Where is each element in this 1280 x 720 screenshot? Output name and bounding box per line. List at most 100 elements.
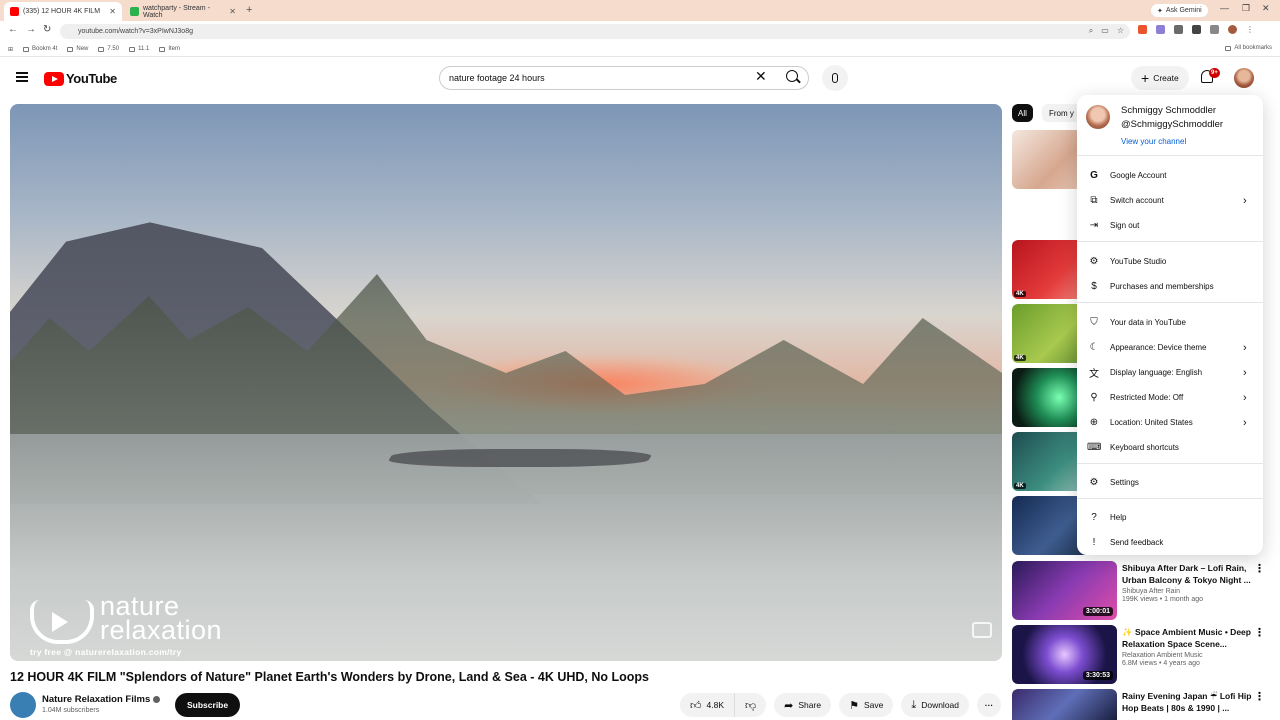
microphone-icon <box>832 73 838 83</box>
hamburger-menu-icon[interactable] <box>16 72 28 82</box>
recommendation-meta[interactable]: ✨ Space Ambient Music • Deep Relaxation … <box>1122 626 1252 667</box>
split-view-icon[interactable] <box>1192 25 1201 34</box>
watermark-url: try free @ naturerelaxation.com/try <box>30 647 182 657</box>
more-options-icon[interactable]: ⋮ <box>1254 626 1265 639</box>
cast-icon[interactable]: ▭ <box>1101 26 1109 36</box>
zoom-icon[interactable]: ⌕ <box>1089 26 1093 36</box>
browser-toolbar: ← → ↻ youtube.com/watch?v=3xPIwNJ3o8g ⌕ … <box>0 21 1280 42</box>
subscribe-button[interactable]: Subscribe <box>175 693 241 717</box>
bookmark-item[interactable]: New <box>67 46 88 52</box>
chevron-right-icon: › <box>1243 416 1247 429</box>
youtube-logo[interactable]: YouTube <box>44 71 117 86</box>
translate-icon: 文 <box>1089 369 1099 380</box>
all-bookmarks-label: All bookmarks <box>1234 45 1272 51</box>
bookmark-item[interactable]: 7.50 <box>98 46 119 52</box>
ask-gemini-button[interactable]: ✦ Ask Gemini <box>1151 4 1208 17</box>
menu-item-restricted-mode[interactable]: ⚲ Restricted Mode: Off › <box>1077 385 1263 410</box>
folder-icon <box>159 46 166 52</box>
menu-item-purchases[interactable]: $ Purchases and memberships <box>1077 274 1263 299</box>
channel-name-link[interactable]: Nature Relaxation Films <box>42 694 161 705</box>
menu-item-your-data[interactable]: ⛉ Your data in YouTube <box>1077 310 1263 335</box>
menu-item-label: Settings <box>1110 478 1139 487</box>
menu-item-help[interactable]: ? Help <box>1077 505 1263 530</box>
more-options-icon[interactable]: ⋮ <box>1254 562 1265 575</box>
recommendation-thumbnail[interactable]: 3:00:01 <box>1012 561 1117 620</box>
clear-search-icon[interactable]: ✕ <box>755 68 767 85</box>
menu-item-google-account[interactable]: G Google Account <box>1077 163 1263 188</box>
reload-icon[interactable]: ↻ <box>43 24 51 35</box>
chevron-right-icon: › <box>1243 366 1247 379</box>
window-close-icon[interactable]: ✕ <box>1262 3 1270 14</box>
save-label: Save <box>863 700 884 710</box>
recommendation-title: Shibuya After Dark – Lofi Rain, Urban Ba… <box>1122 563 1251 585</box>
bookmark-item[interactable]: Bookm 4t <box>23 46 57 52</box>
browser-menu-icon[interactable]: ⋮ <box>1246 25 1255 34</box>
menu-item-label: Restricted Mode: Off <box>1110 393 1184 402</box>
forward-icon[interactable]: → <box>26 24 36 35</box>
menu-item-display-language[interactable]: 文 Display language: English › <box>1077 360 1263 385</box>
more-options-icon[interactable]: ⋮ <box>1254 690 1265 703</box>
menu-item-sign-out[interactable]: ⇥ Sign out <box>1077 213 1263 238</box>
dislike-button[interactable]: 👎︎ <box>735 693 767 717</box>
bookmark-item[interactable]: 11.1 <box>129 46 149 52</box>
keyboard-icon: ⌨ <box>1087 442 1102 453</box>
menu-item-settings[interactable]: ⚙ Settings <box>1077 470 1263 495</box>
tab-youtube[interactable]: (335) 12 HOUR 4K FILM ✕ <box>4 2 122 21</box>
extensions-puzzle-icon[interactable] <box>1174 25 1183 34</box>
create-button[interactable]: + Create <box>1131 66 1189 90</box>
bookmark-star-icon[interactable]: ☆ <box>1117 26 1124 36</box>
all-bookmarks-button[interactable]: All bookmarks <box>1225 45 1272 51</box>
channel-avatar[interactable] <box>10 692 36 718</box>
channel-branding-icon[interactable] <box>972 622 992 638</box>
close-tab-icon[interactable]: ✕ <box>229 7 236 16</box>
recommendation-meta[interactable]: Shibuya After Dark – Lofi Rain, Urban Ba… <box>1122 562 1252 603</box>
tab-title: (335) 12 HOUR 4K FILM <box>23 8 101 15</box>
recommendation-thumbnail[interactable] <box>1012 689 1117 720</box>
account-name: Schmiggy Schmoddler <box>1121 105 1217 116</box>
download-button[interactable]: ⤓ Download <box>901 693 970 717</box>
chevron-right-icon: › <box>1243 391 1247 404</box>
channel-watermark: nature relaxation <box>24 593 222 644</box>
video-player[interactable]: nature relaxation try free @ naturerelax… <box>10 104 1002 661</box>
minimize-icon[interactable]: — <box>1220 3 1229 13</box>
bookmark-label: 11.1 <box>138 46 150 52</box>
account-avatar[interactable] <box>1234 68 1254 88</box>
extension-icon[interactable] <box>1138 25 1147 34</box>
extension-icon[interactable] <box>1156 25 1165 34</box>
more-actions-icon[interactable]: ··· <box>977 693 1002 717</box>
new-tab-button[interactable]: + <box>246 4 252 16</box>
menu-item-youtube-studio[interactable]: ⚙ YouTube Studio <box>1077 249 1263 274</box>
video-actions: 👍︎ 4.8K 👎︎ ➦ Share ⚑ Save ⤓ Download ··· <box>680 693 1002 717</box>
filter-chip-all[interactable]: All <box>1012 104 1033 122</box>
menu-item-appearance[interactable]: ☾ Appearance: Device theme › <box>1077 335 1263 360</box>
save-button[interactable]: ⚑ Save <box>839 693 894 717</box>
filter-chip-from[interactable]: From y <box>1042 104 1081 122</box>
back-icon[interactable]: ← <box>8 24 18 35</box>
search-icon[interactable] <box>786 70 798 82</box>
search-input[interactable]: nature footage 24 hours <box>439 66 809 90</box>
voice-search-button[interactable] <box>822 65 848 91</box>
folder-icon <box>23 46 30 52</box>
share-button[interactable]: ➦ Share <box>774 693 832 717</box>
close-tab-icon[interactable]: ✕ <box>109 7 116 16</box>
recommendation-thumbnail[interactable]: 3:30:53 <box>1012 625 1117 684</box>
view-channel-link[interactable]: View your channel <box>1121 137 1186 146</box>
shield-icon: ⛉ <box>1090 317 1098 328</box>
tab-watchparty[interactable]: watchparty - Stream - Watch ✕ <box>124 2 242 21</box>
download-icon[interactable] <box>1210 25 1219 34</box>
menu-item-keyboard-shortcuts[interactable]: ⌨ Keyboard shortcuts <box>1077 435 1263 460</box>
restore-icon[interactable]: ❐ <box>1242 3 1250 14</box>
4k-badge: 4K <box>1014 291 1026 297</box>
download-label: Download <box>921 700 960 710</box>
profile-avatar[interactable] <box>1228 25 1237 34</box>
address-bar[interactable]: youtube.com/watch?v=3xPIwNJ3o8g ⌕ ▭ ☆ <box>60 24 1130 39</box>
recommendation-meta[interactable]: Rainy Evening Japan ☔ Lofi Hip Hop Beats… <box>1122 690 1252 714</box>
menu-item-send-feedback[interactable]: ! Send feedback <box>1077 530 1263 555</box>
bookmark-item[interactable]: Item <box>159 46 180 52</box>
menu-item-label: Help <box>1110 513 1127 522</box>
address-url: youtube.com/watch?v=3xPIwNJ3o8g <box>78 28 193 35</box>
menu-item-switch-account[interactable]: ⧉ Switch account › <box>1077 188 1263 213</box>
menu-item-location[interactable]: ⊕ Location: United States › <box>1077 410 1263 435</box>
like-button[interactable]: 👍︎ 4.8K <box>680 693 735 717</box>
apps-grid-icon[interactable]: ⊞ <box>8 46 13 53</box>
